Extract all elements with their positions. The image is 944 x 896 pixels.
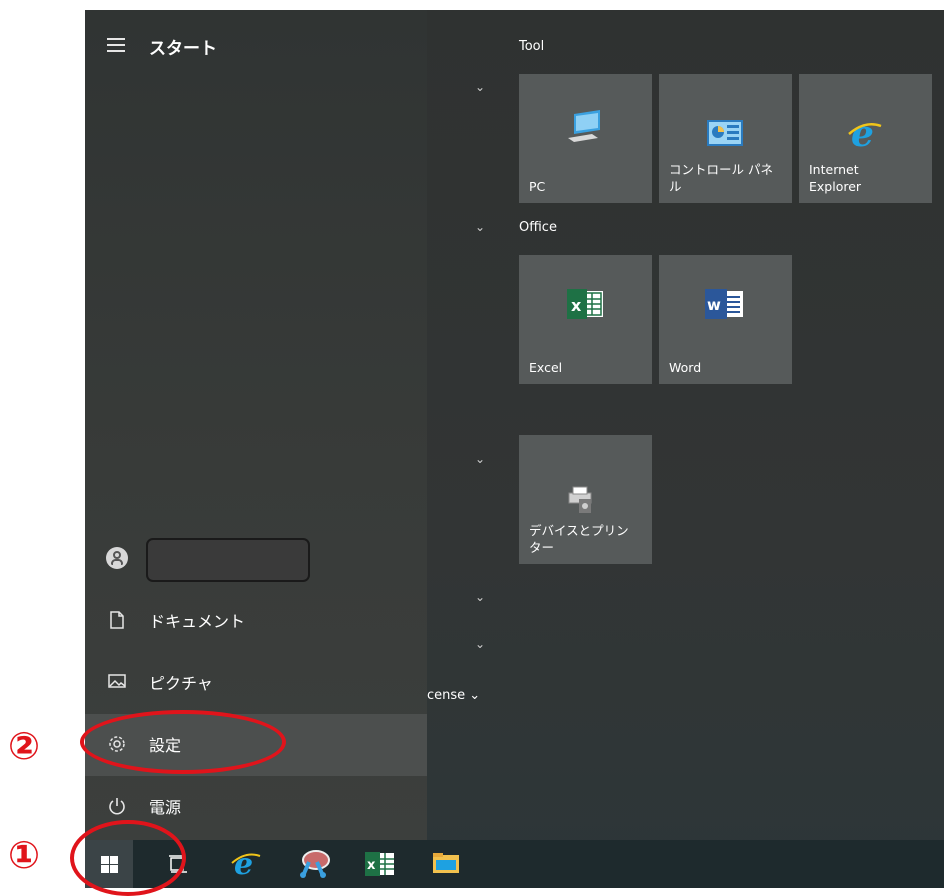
license-group-label: cense bbox=[427, 688, 466, 703]
chevron-down-icon[interactable]: ⌄ bbox=[475, 220, 485, 234]
svg-text:x: x bbox=[367, 858, 376, 873]
explorer-icon bbox=[433, 853, 459, 879]
tile-control-panel-label: コントロール パネ ル bbox=[669, 162, 773, 194]
license-group-header[interactable]: cense ⌄ bbox=[427, 688, 480, 703]
tile-devices-printers[interactable]: デバイスとプリン ター bbox=[519, 435, 652, 564]
start-title: スタート bbox=[149, 39, 217, 59]
pc-icon bbox=[566, 110, 606, 150]
tile-word-label: Word bbox=[669, 360, 702, 375]
picture-icon bbox=[107, 673, 127, 693]
hamburger-icon[interactable] bbox=[107, 38, 125, 52]
tile-pc-label: PC bbox=[529, 179, 546, 194]
svg-text:x: x bbox=[571, 296, 582, 315]
snipping-icon bbox=[299, 848, 331, 882]
chevron-down-icon[interactable]: ⌄ bbox=[475, 452, 485, 466]
ie-icon: e bbox=[847, 113, 883, 156]
control-panel-icon bbox=[707, 120, 743, 150]
taskbar-ie-button[interactable]: e bbox=[221, 840, 269, 888]
excel-icon: x bbox=[365, 852, 395, 880]
printer-icon bbox=[565, 485, 595, 519]
ie-icon: e bbox=[231, 847, 261, 882]
word-icon: w bbox=[705, 289, 745, 323]
svg-text:e: e bbox=[234, 848, 253, 878]
chevron-down-icon[interactable]: ⌄ bbox=[475, 590, 485, 604]
nav-documents-label: ドキュメント bbox=[149, 612, 246, 631]
annotation-circle-settings bbox=[80, 710, 286, 774]
tile-devices-label: デバイスとプリン ター bbox=[529, 523, 629, 555]
taskbar-excel-button[interactable]: x bbox=[357, 840, 405, 888]
tile-ie-label: Internet Explorer bbox=[809, 162, 862, 194]
svg-text:w: w bbox=[707, 296, 721, 314]
nav-pictures[interactable]: ピクチャ bbox=[85, 652, 427, 714]
nav-power-label: 電源 bbox=[149, 798, 182, 817]
svg-text:e: e bbox=[851, 116, 874, 152]
tile-internet-explorer[interactable]: e Internet Explorer bbox=[799, 74, 932, 203]
annotation-number-1: ① bbox=[8, 833, 41, 877]
taskbar-explorer-button[interactable] bbox=[421, 840, 469, 888]
excel-icon: x bbox=[567, 289, 605, 323]
user-name-redacted[interactable] bbox=[146, 538, 310, 582]
power-icon bbox=[107, 797, 127, 817]
chevron-down-icon[interactable]: ⌄ bbox=[475, 80, 485, 94]
user-avatar-icon[interactable] bbox=[106, 547, 128, 569]
annotation-number-2: ② bbox=[8, 724, 41, 768]
nav-pictures-label: ピクチャ bbox=[149, 674, 213, 693]
chevron-down-icon[interactable]: ⌄ bbox=[475, 637, 485, 651]
annotation-circle-start bbox=[70, 820, 186, 896]
group-tool-label[interactable]: Tool bbox=[519, 39, 544, 54]
tile-word[interactable]: w Word bbox=[659, 255, 792, 384]
nav-documents[interactable]: ドキュメント bbox=[85, 590, 427, 652]
group-office-label[interactable]: Office bbox=[519, 220, 557, 235]
document-icon bbox=[107, 611, 127, 631]
taskbar-snipping-button[interactable] bbox=[291, 840, 339, 888]
taskbar: e x bbox=[85, 840, 944, 888]
tile-control-panel[interactable]: コントロール パネ ル bbox=[659, 74, 792, 203]
tile-excel-label: Excel bbox=[529, 360, 563, 375]
tile-excel[interactable]: x Excel bbox=[519, 255, 652, 384]
chevron-down-icon: ⌄ bbox=[469, 688, 481, 703]
tile-pc[interactable]: PC bbox=[519, 74, 652, 203]
